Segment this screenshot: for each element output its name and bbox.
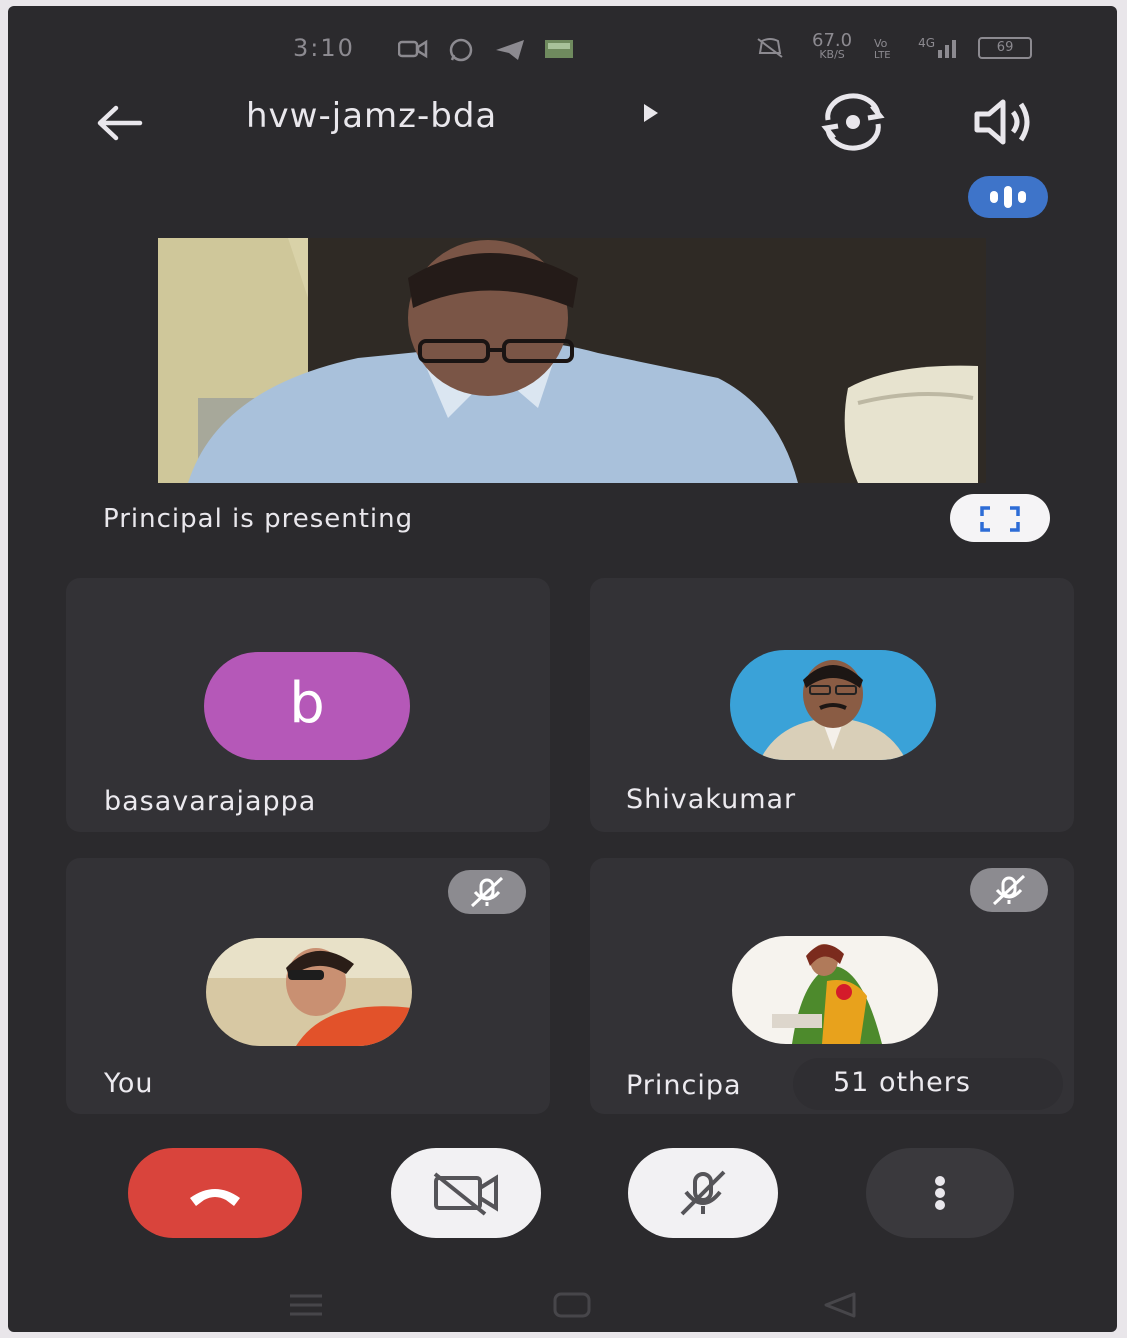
meet-screen: 3:10 67.0 KB/S VoLTE 4G 69 hvw-jamz-bda [8, 6, 1117, 1332]
camera-off-icon [433, 1172, 498, 1216]
participant-name: Principa [626, 1070, 742, 1101]
presenter-video-frame [158, 238, 986, 483]
telegram-icon [496, 40, 524, 60]
participant-name: Shivakumar [626, 784, 797, 815]
mic-muted-icon [992, 874, 1026, 906]
avatar: b [204, 652, 410, 760]
avatar [730, 650, 936, 760]
expand-arrow-icon[interactable] [644, 104, 658, 122]
camera-toggle-button[interactable] [391, 1148, 541, 1238]
avatar [732, 936, 938, 1044]
volte-icon: VoLTE [874, 37, 891, 60]
participant-tile-shivakumar[interactable]: Shivakumar [590, 578, 1074, 832]
battery-indicator: 69 [978, 37, 1033, 59]
muted-indicator [448, 870, 526, 914]
signal-icon [938, 40, 957, 58]
presentation-video[interactable] [158, 238, 986, 483]
presentation-caption: Principal is presenting [103, 504, 414, 534]
end-call-icon [190, 1189, 240, 1206]
mic-off-icon [680, 1170, 726, 1216]
participant-name: basavarajappa [104, 786, 317, 817]
video-icon [398, 39, 428, 59]
participant-tile-basavarajappa[interactable]: b basavarajappa [66, 578, 550, 832]
end-call-button[interactable] [128, 1148, 302, 1238]
audio-activity-icon [968, 176, 1048, 218]
others-count-label: 51 others [833, 1067, 971, 1098]
system-nav-bar [8, 1288, 1117, 1328]
back-arrow-icon[interactable] [90, 98, 150, 148]
switch-camera-icon[interactable] [818, 92, 888, 152]
svg-text:LTE: LTE [874, 50, 891, 60]
whatsapp-icon [449, 38, 473, 62]
avatar [206, 938, 412, 1046]
speaker-icon[interactable] [971, 94, 1035, 150]
more-options-button[interactable] [866, 1148, 1014, 1238]
network-speed: 67.0 [812, 30, 853, 51]
fullscreen-icon [980, 506, 1020, 532]
others-count-badge[interactable]: 51 others [793, 1058, 1063, 1110]
home-icon[interactable] [552, 1290, 592, 1320]
back-icon[interactable] [820, 1290, 860, 1320]
fullscreen-button[interactable] [950, 494, 1050, 542]
svg-text:Vo: Vo [874, 37, 888, 50]
mic-muted-icon [470, 876, 504, 908]
status-bar: 3:10 67.0 KB/S Vo LTE 4G 69 [8, 28, 1117, 68]
meeting-header: hvw-jamz-bda [8, 86, 1117, 156]
participant-name: You [104, 1068, 154, 1099]
status-time: 3:10 [293, 34, 355, 62]
more-options-icon [935, 1176, 945, 1210]
gallery-icon [545, 40, 573, 58]
avatar-letter: b [289, 671, 325, 736]
menu-icon[interactable] [286, 1290, 326, 1320]
microphone-toggle-button[interactable] [628, 1148, 778, 1238]
participant-tile-you[interactable]: You [66, 858, 550, 1114]
muted-indicator [970, 868, 1048, 912]
meeting-code[interactable]: hvw-jamz-bda [246, 96, 497, 136]
mute-bell-icon [757, 38, 783, 58]
